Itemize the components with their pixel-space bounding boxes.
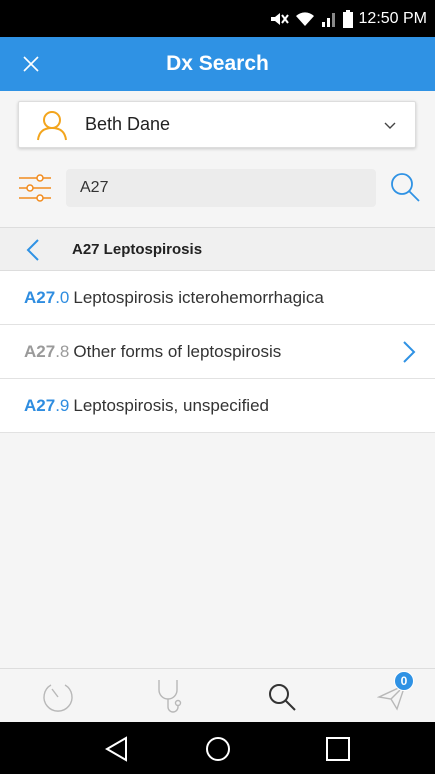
status-time: 12:50 PM (358, 9, 427, 27)
filter-sliders-icon[interactable] (18, 172, 52, 204)
clock-icon (43, 684, 73, 712)
results-list: A27.0 Leptospirosis icterohemorrhagica A… (0, 271, 435, 433)
code-description: Leptospirosis, unspecified (73, 395, 269, 415)
chevron-right-icon (401, 340, 417, 364)
nav-send-button[interactable]: 0 (372, 671, 414, 717)
code-description: Leptospirosis icterohemorrhagica (73, 287, 324, 307)
circle-home-icon (206, 737, 230, 761)
system-home-button[interactable] (203, 734, 233, 764)
chevron-down-icon (381, 116, 399, 134)
bottom-nav: 0 (0, 668, 435, 722)
signal-icon (321, 11, 337, 27)
list-item[interactable]: A27.8 Other forms of leptospirosis (0, 325, 435, 379)
system-recents-button[interactable] (323, 734, 353, 764)
patient-selector[interactable]: Beth Dane (18, 101, 416, 148)
list-item[interactable]: A27.0 Leptospirosis icterohemorrhagica (0, 271, 435, 325)
app-bar: Dx Search (0, 37, 435, 91)
search-icon (269, 684, 296, 711)
nav-stethoscope-button[interactable] (150, 677, 190, 717)
breadcrumb-label: A27 Leptospirosis (72, 240, 203, 258)
nav-history-button[interactable] (38, 677, 78, 717)
code-sub: .8 (55, 341, 70, 361)
code-description: Other forms of leptospirosis (73, 341, 282, 361)
search-button[interactable] (388, 170, 422, 204)
close-button[interactable] (18, 51, 44, 77)
close-icon (23, 56, 39, 72)
patient-name: Beth Dane (85, 114, 171, 134)
system-back-button[interactable] (102, 734, 132, 764)
list-item[interactable]: A27.9 Leptospirosis, unspecified (0, 379, 435, 433)
mute-icon (269, 10, 289, 28)
code-main: A27 (24, 341, 56, 361)
code-sub: .9 (55, 395, 70, 415)
nav-search-button[interactable] (262, 677, 302, 717)
person-icon (35, 108, 69, 142)
code-main: A27 (24, 287, 56, 307)
stethoscope-icon (158, 680, 182, 713)
battery-icon (342, 9, 353, 28)
back-button[interactable] (22, 238, 44, 262)
code-sub: .0 (55, 287, 70, 307)
search-row (0, 160, 435, 216)
chevron-left-icon (26, 239, 39, 261)
code-main: A27 (24, 395, 56, 415)
search-input[interactable] (66, 169, 376, 207)
wifi-icon (295, 11, 315, 27)
square-recents-icon (326, 737, 350, 761)
triangle-back-icon (105, 736, 127, 762)
search-icon (391, 173, 420, 202)
breadcrumb: A27 Leptospirosis (0, 227, 435, 271)
page-title: Dx Search (166, 52, 269, 75)
send-badge: 0 (394, 671, 414, 691)
status-bar: 12:50 PM (0, 0, 435, 37)
system-nav-bar (0, 722, 435, 774)
